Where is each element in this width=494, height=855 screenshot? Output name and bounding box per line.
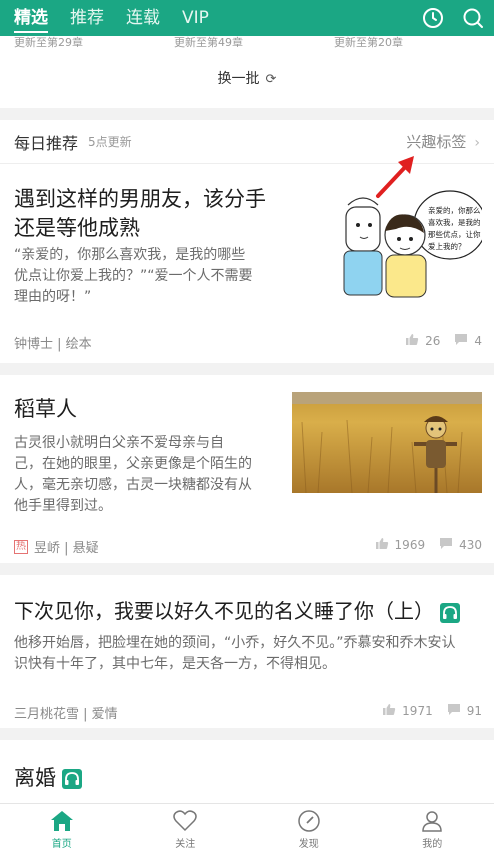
story-card[interactable]: 遇到这样的男朋友，该分手 还是等他成熟 “亲爱的，你那么喜欢我，是我的哪些 优点… [0,165,494,375]
story-stats: 1971 91 [368,703,482,719]
story-excerpt: 他移开始唇，把脸埋在她的颈间，“小乔，好久不见。”乔慕安和乔木安认 识快有十年了… [14,635,456,672]
story-title: 遇到这样的男朋友，该分手 还是等他成熟 [14,187,266,240]
update-label: 更新至第29章 [14,36,83,49]
comment-icon[interactable] [454,333,468,349]
section-subtitle: 5点更新 [88,135,132,149]
thumbs-up-icon[interactable] [375,537,389,553]
like-count: 26 [425,334,441,348]
refresh-label: 换一批 [217,71,260,87]
comment-count: 4 [474,334,482,348]
refresh-batch-button[interactable]: 换一批 ⟳ [0,68,494,88]
history-icon[interactable] [422,7,444,29]
comment-icon[interactable] [447,703,461,719]
headphones-icon [62,769,82,789]
author-genre: 钟博士 | 绘本 [14,337,92,352]
comment-count: 430 [459,538,482,552]
scarecrow-thumbnail [292,392,482,493]
compass-icon [298,810,320,832]
svg-text:喜欢我，是我的: 喜欢我，是我的 [428,217,481,227]
author-genre: 昱峤 | 悬疑 [34,541,99,556]
tab-recommended[interactable]: 推荐 [70,0,104,36]
bottom-nav: 首页 关注 发现 我的 [0,803,494,855]
story-stats: 26 4 [391,333,482,349]
like-count: 1971 [402,704,433,718]
nav-discover[interactable]: 发现 [247,804,371,855]
tab-vip[interactable]: VIP [182,0,209,36]
search-icon[interactable] [462,7,484,29]
story-card[interactable]: 稻草人 古灵很小就明白父亲不爱母亲与自 己，在她的眼里，父亲更像是个陌生的 人，… [0,375,494,575]
comment-icon[interactable] [439,537,453,553]
nav-label: 首页 [51,839,72,850]
nav-label: 关注 [175,839,196,850]
story-meta: 钟博士 | 绘本 [14,333,92,352]
svg-text:那些优点，让你: 那些优点，让你 [428,229,481,239]
top-actions [404,0,484,36]
heart-icon [173,810,197,832]
hot-badge: 热 [14,539,28,554]
svg-text:亲爱的，你那么: 亲爱的，你那么 [428,205,481,215]
nav-follow[interactable]: 关注 [124,804,248,855]
thumbs-up-icon[interactable] [382,703,396,719]
refresh-icon: ⟳ [265,72,277,87]
section-divider [0,108,494,120]
home-icon [50,811,73,831]
interest-tags-label: 兴趣标签 [406,133,467,151]
story-meta: 热 昱峤 | 悬疑 [14,537,99,556]
interest-tags-link[interactable]: 兴趣标签 › [406,131,480,152]
comic-thumbnail: 亲爱的，你那么 喜欢我，是我的 那些优点，让你 爱上我的？ [343,190,482,298]
story-title: 下次见你，我要以好久不见的名义睡了你（上） [14,597,460,626]
tab-serialized[interactable]: 连载 [126,0,160,36]
nav-label: 我的 [422,839,443,850]
profile-icon [422,811,443,832]
section-title: 每日推荐 [14,133,79,153]
thumbs-up-icon[interactable] [405,333,419,349]
top-nav: 精选 推荐 连载 VIP [0,0,494,36]
story-excerpt: 古灵很小就明白父亲不爱母亲与自 己，在她的眼里，父亲更像是个陌生的 人，毫无亲切… [14,435,252,514]
nav-home[interactable]: 首页 [0,804,124,855]
story-card[interactable]: 下次见你，我要以好久不见的名义睡了你（上） 他移开始唇，把脸埋在她的颈间，“小乔… [0,575,494,740]
author-genre: 三月桃花雪 | 爱情 [14,707,118,722]
story-title: 稻草人 [14,397,77,421]
headphones-icon [440,602,460,623]
chevron-right-icon: › [474,135,480,151]
like-count: 1969 [394,538,426,552]
story-card[interactable]: 离婚 [0,740,494,803]
story-title: 离婚 [14,764,82,793]
story-excerpt: “亲爱的，你那么喜欢我，是我的哪些 优点让你爱上我的？”“爱一个人不需要 理由的… [14,247,253,305]
tab-featured[interactable]: 精选 [14,0,48,36]
story-stats: 1969 430 [361,537,482,553]
previous-updates: 更新至第29章 更新至第49章 更新至第20章 [0,36,494,54]
nav-profile[interactable]: 我的 [371,804,494,855]
update-label: 更新至第20章 [334,36,403,49]
comment-count: 91 [466,704,482,718]
story-meta: 三月桃花雪 | 爱情 [14,703,118,722]
update-label: 更新至第49章 [174,36,243,49]
svg-text:爱上我的？: 爱上我的？ [428,241,466,251]
nav-label: 发现 [298,839,319,850]
